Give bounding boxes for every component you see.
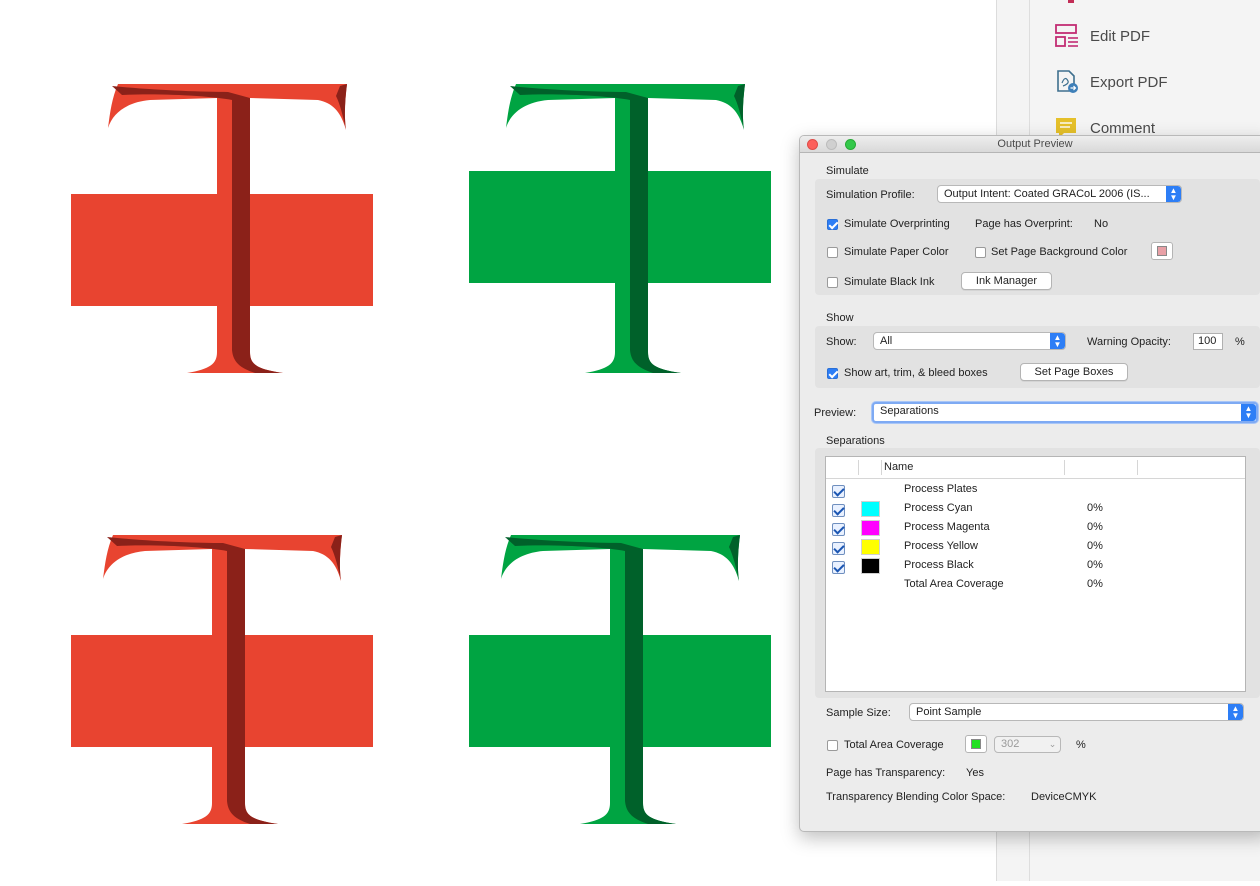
total-area-coverage-checkbox[interactable] — [827, 740, 838, 751]
separations-heading: Separations — [826, 435, 885, 447]
separation-checkbox[interactable] — [832, 542, 845, 555]
warning-opacity-percent: % — [1235, 336, 1245, 348]
simulate-overprinting-checkbox[interactable] — [827, 219, 838, 230]
set-page-background-checkbox[interactable] — [975, 247, 986, 258]
page-background-color-swatch[interactable] — [1151, 242, 1173, 260]
sample-size-label: Sample Size: — [826, 707, 891, 719]
separation-checkbox[interactable] — [832, 561, 845, 574]
page-has-overprint-value: No — [1094, 218, 1109, 230]
select-arrows-icon: ▲ ▼ — [1050, 333, 1065, 349]
coverage-percent: % — [1076, 739, 1086, 751]
separation-name: Total Area Coverage — [904, 578, 1004, 590]
artwork-red-bottom — [71, 535, 373, 824]
separation-percent: 0% — [1087, 521, 1103, 533]
separations-table-header: Name — [826, 457, 1245, 479]
simulate-black-ink-label: Simulate Black Ink — [844, 276, 935, 288]
preview-label: Preview: — [814, 407, 857, 419]
separation-percent: 0% — [1087, 559, 1103, 571]
simulate-heading: Simulate — [826, 165, 869, 177]
separation-color-swatch — [861, 501, 880, 517]
separation-name: Process Yellow — [904, 540, 978, 552]
separation-row[interactable]: Process Cyan 0% — [826, 500, 1245, 519]
separation-checkbox[interactable] — [832, 485, 845, 498]
simulate-black-ink-checkbox[interactable] — [827, 277, 838, 288]
separation-row[interactable]: Process Plates — [826, 481, 1245, 500]
set-page-boxes-button[interactable]: Set Page Boxes — [1020, 363, 1128, 381]
select-arrows-icon: ▲ ▼ — [1228, 704, 1243, 720]
separation-name: Process Plates — [904, 483, 978, 495]
separation-color-swatch — [861, 520, 880, 536]
warning-opacity-label: Warning Opacity: — [1087, 336, 1171, 348]
column-separator — [881, 460, 882, 475]
simulation-profile-label: Simulation Profile: — [826, 189, 915, 201]
tool-comment-label: Comment — [1090, 119, 1156, 137]
sample-size-select[interactable]: Point Sample ▲ ▼ — [909, 703, 1244, 721]
simulation-profile-value: Output Intent: Coated GRACoL 2006 (IS... — [944, 188, 1150, 200]
separation-checkbox[interactable] — [832, 504, 845, 517]
ink-manager-button[interactable]: Ink Manager — [961, 272, 1052, 290]
tool-edit-pdf[interactable]: Edit PDF — [1054, 21, 1150, 51]
column-separator — [1064, 460, 1065, 475]
separation-color-swatch — [861, 558, 880, 574]
show-boxes-checkbox[interactable] — [827, 368, 838, 379]
page-background-color-chip — [1157, 246, 1167, 256]
separation-row[interactable]: Process Yellow 0% — [826, 538, 1245, 557]
chevron-down-icon: ⌄ — [1048, 739, 1057, 749]
page-has-transparency-label: Page has Transparency: — [826, 767, 946, 779]
artwork-red-top — [71, 84, 373, 373]
separation-percent: 0% — [1087, 578, 1103, 590]
separation-percent: 0% — [1087, 540, 1103, 552]
separation-name: Process Magenta — [904, 521, 990, 533]
show-select[interactable]: All ▲ ▼ — [873, 332, 1066, 350]
preview-select[interactable]: Separations ▲ ▼ — [872, 402, 1258, 423]
coverage-value-select[interactable]: 302 ⌄ — [994, 736, 1061, 753]
coverage-color-swatch[interactable] — [965, 735, 987, 753]
name-column-header[interactable]: Name — [884, 461, 913, 473]
output-preview-dialog: Output Preview Simulate Simulation Profi… — [799, 135, 1260, 832]
simulate-overprinting-label: Simulate Overprinting — [844, 218, 950, 230]
tool-export-pdf-label: Export PDF — [1090, 73, 1168, 91]
coverage-color-chip — [971, 739, 981, 749]
separations-table: Name Process Plates Process Cyan 0% Proc… — [825, 456, 1246, 692]
blending-space-value: DeviceCMYK — [1031, 791, 1097, 803]
simulate-paper-color-label: Simulate Paper Color — [844, 246, 949, 258]
export-pdf-icon — [1057, 70, 1078, 93]
tool-export-pdf[interactable]: Export PDF — [1054, 67, 1168, 97]
separation-row[interactable]: Process Magenta 0% — [826, 519, 1245, 538]
sample-size-value: Point Sample — [916, 706, 982, 718]
page-has-transparency-value: Yes — [966, 767, 984, 779]
show-heading: Show — [826, 312, 854, 324]
artwork-green-bottom — [469, 535, 771, 824]
column-separator — [858, 460, 859, 475]
show-value: All — [880, 335, 893, 347]
dialog-titlebar[interactable]: Output Preview — [800, 136, 1260, 153]
tool-edit-pdf-label: Edit PDF — [1090, 27, 1151, 45]
separation-color-swatch — [861, 539, 880, 555]
separation-name: Process Black — [904, 559, 974, 571]
separation-row[interactable]: Total Area Coverage 0% — [826, 576, 1245, 595]
show-label: Show: — [826, 336, 857, 348]
edit-pdf-icon — [1055, 24, 1078, 47]
separation-checkbox[interactable] — [832, 523, 845, 536]
simulate-paper-color-checkbox[interactable] — [827, 247, 838, 258]
coverage-value: 302 — [1001, 738, 1020, 750]
column-separator — [1137, 460, 1138, 475]
preview-value: Separations — [880, 405, 939, 417]
simulation-profile-select[interactable]: Output Intent: Coated GRACoL 2006 (IS...… — [937, 185, 1182, 203]
page-has-overprint-label: Page has Overprint: — [975, 218, 1073, 230]
warning-opacity-input[interactable]: 100 — [1193, 333, 1223, 350]
set-page-background-label: Set Page Background Color — [991, 246, 1128, 258]
dialog-title: Output Preview — [997, 138, 1073, 150]
show-boxes-label: Show art, trim, & bleed boxes — [844, 367, 988, 379]
separation-percent: 0% — [1087, 502, 1103, 514]
total-area-coverage-label: Total Area Coverage — [844, 739, 944, 751]
tool-icon-fragment — [1068, 0, 1074, 3]
select-arrows-icon: ▲ ▼ — [1166, 186, 1181, 202]
separation-row[interactable]: Process Black 0% — [826, 557, 1245, 576]
separation-name: Process Cyan — [904, 502, 973, 514]
blending-space-label: Transparency Blending Color Space: — [826, 791, 1006, 803]
artwork-green-top — [469, 84, 771, 373]
select-arrows-icon: ▲ ▼ — [1241, 404, 1256, 421]
